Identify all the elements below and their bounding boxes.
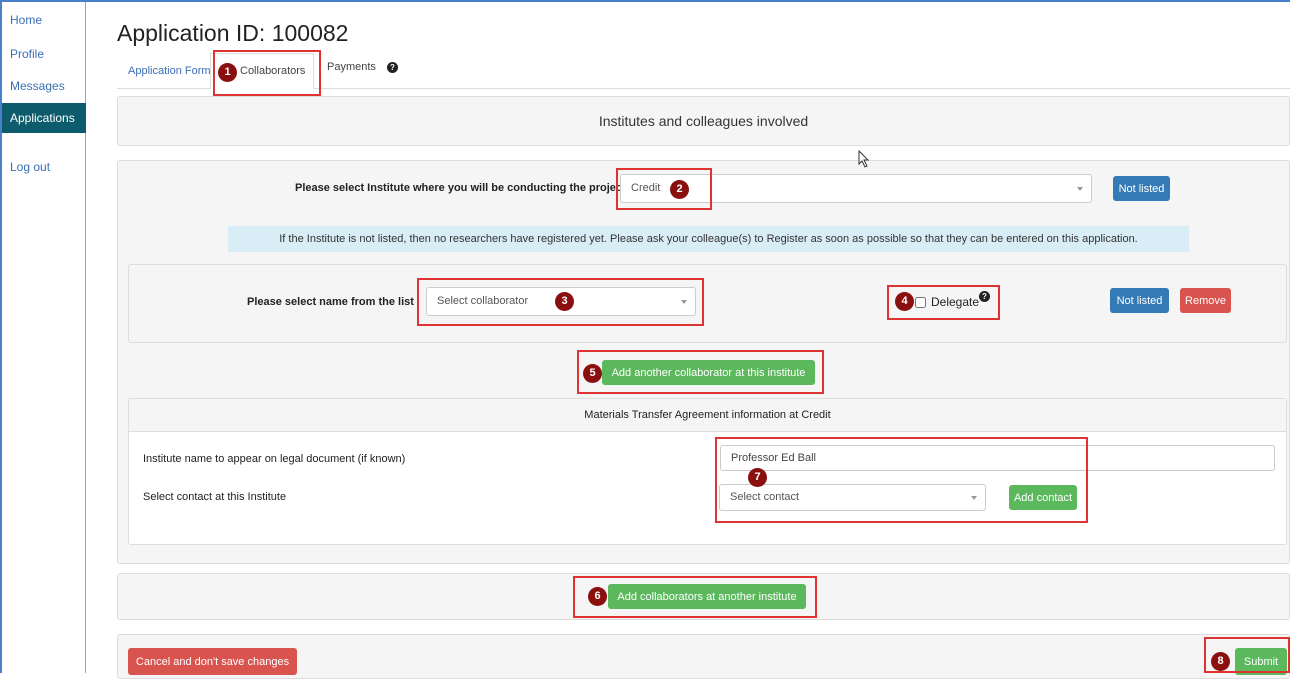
institute-select-value: Credit [631, 182, 661, 194]
institute-info-alert: If the Institute is not listed, then no … [228, 226, 1189, 252]
section-header-title: Institutes and colleagues involved [598, 113, 809, 129]
chevron-down-icon [971, 495, 977, 500]
sidebar-item-messages[interactable]: Messages [10, 79, 65, 93]
delegate-checkbox[interactable] [915, 297, 926, 308]
annotation-badge-8: 8 [1211, 652, 1230, 671]
sidebar-item-applications[interactable]: Applications [2, 103, 86, 133]
sidebar-item-profile[interactable]: Profile [10, 47, 44, 61]
annotation-badge-6: 6 [588, 587, 607, 606]
cancel-button[interactable]: Cancel and don't save changes [128, 648, 297, 675]
annotation-badge-5: 5 [583, 364, 602, 383]
add-contact-button[interactable]: Add contact [1009, 485, 1077, 510]
tab-collaborators[interactable]: Collaborators [240, 65, 305, 77]
annotation-badge-7: 7 [748, 468, 767, 487]
institute-name-input[interactable] [720, 445, 1275, 471]
mta-header-title: Materials Transfer Agreement information… [584, 409, 831, 421]
contact-select[interactable]: Select contact [719, 484, 986, 511]
delegate-label: Delegate [931, 295, 980, 309]
sidebar: Home Profile Messages Applications Log o… [2, 2, 86, 673]
submit-button[interactable]: Submit [1235, 648, 1287, 675]
page-title: Application ID: 100082 [117, 20, 349, 46]
institute-select[interactable]: Credit [620, 174, 1092, 203]
annotation-badge-1: 1 [218, 63, 237, 82]
tab-application-form[interactable]: Application Form [128, 65, 211, 77]
remove-collaborator-button[interactable]: Remove [1180, 288, 1231, 313]
institute-select-label: Please select Institute where you will b… [295, 182, 626, 194]
mouse-cursor-icon [858, 150, 870, 168]
contact-select-placeholder: Select contact [730, 491, 800, 503]
mta-header-bar: Materials Transfer Agreement information… [129, 399, 1286, 432]
collaborator-not-listed-button[interactable]: Not listed [1110, 288, 1169, 313]
section-header-panel: Institutes and colleagues involved [117, 96, 1290, 146]
sidebar-item-home[interactable]: Home [10, 13, 42, 27]
institute-not-listed-button[interactable]: Not listed [1113, 176, 1170, 201]
collaborator-select-label: Please select name from the list [247, 296, 414, 308]
annotation-badge-4: 4 [895, 292, 914, 311]
tab-payments[interactable]: Payments [327, 61, 376, 73]
chevron-down-icon [681, 299, 687, 304]
add-another-institute-button[interactable]: Add collaborators at another institute [608, 584, 806, 609]
payments-help-icon[interactable]: ? [387, 62, 398, 73]
add-another-collaborator-button[interactable]: Add another collaborator at this institu… [602, 360, 815, 385]
contact-select-label: Select contact at this Institute [143, 491, 287, 503]
institute-name-label: Institute name to appear on legal docume… [143, 453, 406, 465]
window-frame-top [0, 0, 1290, 2]
collaborator-select-placeholder: Select collaborator [437, 295, 529, 307]
annotation-badge-3: 3 [555, 292, 574, 311]
delegate-help-icon[interactable]: ? [979, 291, 990, 302]
chevron-down-icon [1077, 186, 1083, 191]
annotation-badge-2: 2 [670, 180, 689, 199]
sidebar-item-log-out[interactable]: Log out [10, 160, 50, 174]
